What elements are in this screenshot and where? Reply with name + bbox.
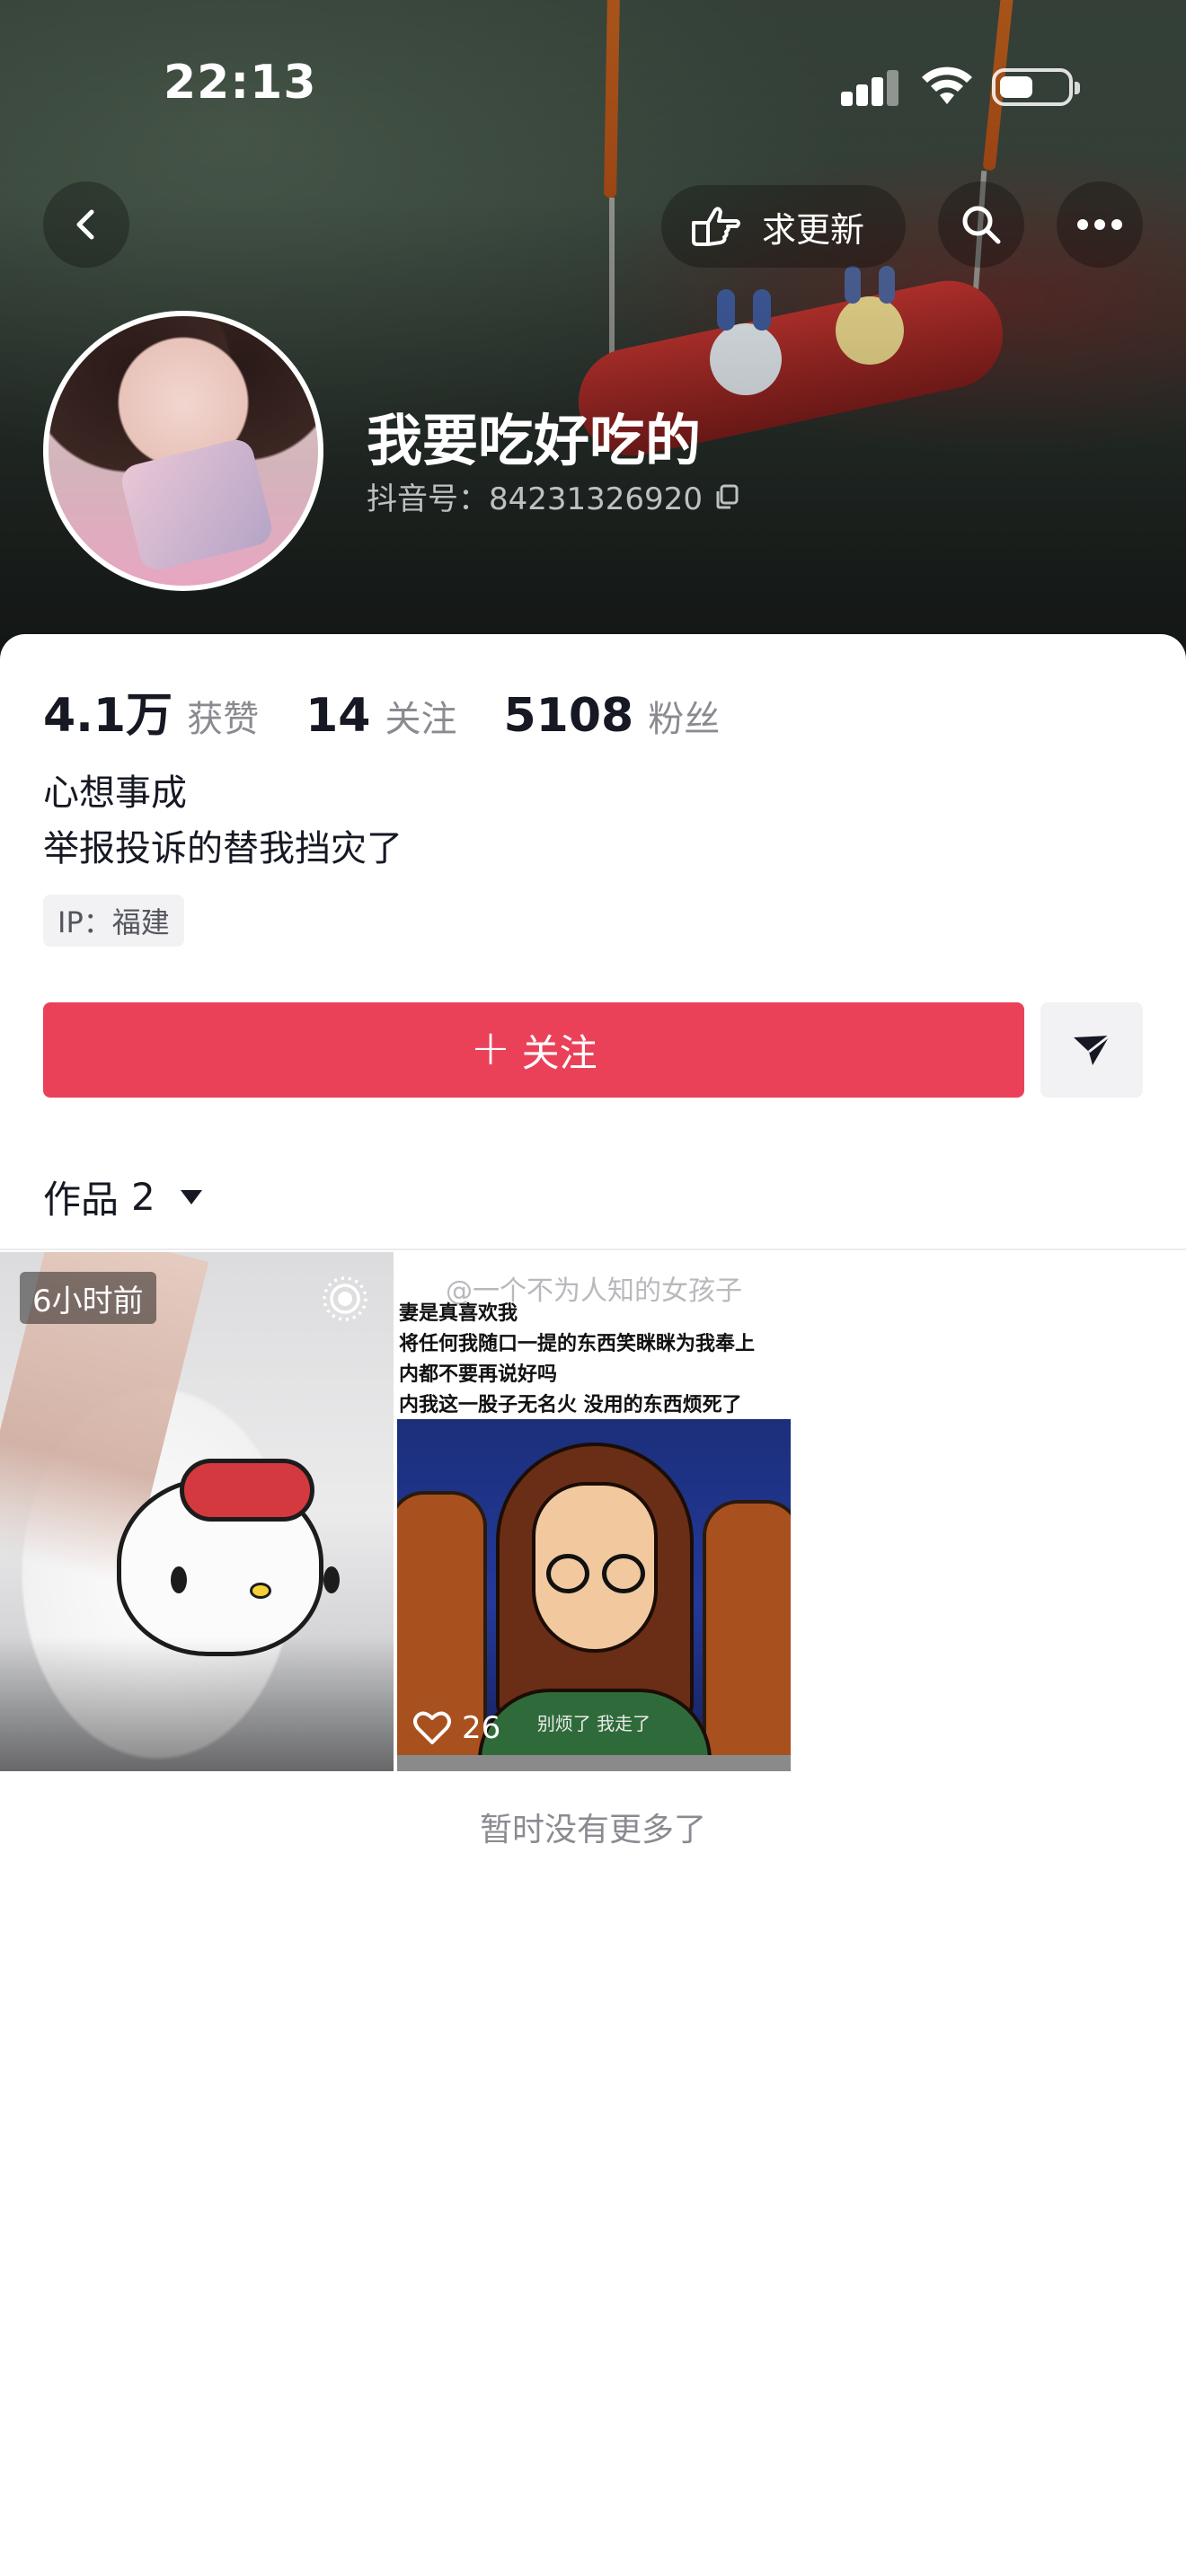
stat-following[interactable]: 14 关注 xyxy=(305,689,456,743)
battery-icon xyxy=(992,68,1080,106)
bio-line: 心想事成 xyxy=(43,772,187,814)
request-update-button[interactable]: 求更新 xyxy=(661,185,906,268)
back-button[interactable] xyxy=(43,181,129,268)
stat-label: 关注 xyxy=(385,699,457,740)
time-badge: 6小时前 xyxy=(20,1272,156,1324)
send-icon xyxy=(1074,1034,1111,1065)
battery-level xyxy=(1000,76,1033,98)
hand-point-icon xyxy=(692,207,740,246)
follow-label: 关注 xyxy=(521,1030,597,1075)
bio: 心想事成 举报投诉的替我挡灾了 xyxy=(43,765,403,877)
stat-label: 获赞 xyxy=(187,699,260,740)
cellular-signal-icon xyxy=(841,70,900,106)
search-icon xyxy=(962,206,1001,244)
ip-location-tag: IP：福建 xyxy=(43,895,184,947)
live-photo-icon xyxy=(323,1276,367,1321)
stat-label: 粉丝 xyxy=(648,699,721,740)
nickname: 我要吃好吃的 xyxy=(367,408,702,473)
back-icon xyxy=(76,209,94,240)
douyin-id[interactable]: 抖音号：84231326920 xyxy=(367,474,740,518)
cartoon-scene: 别烦了 我走了 xyxy=(397,1419,791,1755)
request-update-label: 求更新 xyxy=(762,209,865,250)
more-icon xyxy=(1077,219,1122,230)
video-thumbnail[interactable]: @一个不为人知的女孩子 妻是真喜欢我 将任何我随口一提的东西笑眯眯为我奉上 内都… xyxy=(397,1252,791,1771)
more-button[interactable] xyxy=(1057,181,1143,268)
status-time: 22:13 xyxy=(164,56,317,110)
avatar[interactable] xyxy=(43,311,323,591)
caret-down-icon xyxy=(180,1189,202,1204)
bio-line: 举报投诉的替我挡灾了 xyxy=(43,828,403,869)
stat-likes[interactable]: 4.1万 获赞 xyxy=(43,677,259,745)
stat-value: 14 xyxy=(305,689,371,743)
send-message-button[interactable] xyxy=(1040,1002,1143,1098)
search-button[interactable] xyxy=(938,181,1024,268)
tab-works[interactable]: 作品 2 xyxy=(43,1169,202,1224)
tab-works-count: 2 xyxy=(131,1175,155,1219)
wifi-icon xyxy=(922,66,972,104)
no-more-text: 暂时没有更多了 xyxy=(479,1812,706,1848)
stat-value: 4.1万 xyxy=(43,689,173,743)
copy-icon[interactable] xyxy=(713,483,740,510)
follow-button[interactable]: + 关注 xyxy=(43,1002,1024,1098)
plus-icon: + xyxy=(470,1019,511,1076)
tab-works-label: 作品 xyxy=(43,1178,119,1222)
stat-value: 5108 xyxy=(503,689,634,743)
video-caption: 妻是真喜欢我 将任何我随口一提的东西笑眯眯为我奉上 内都不要再说好吗 内我这一股… xyxy=(399,1302,756,1416)
like-count-value: 26 xyxy=(462,1710,501,1746)
video-thumbnail[interactable]: 6小时前 xyxy=(0,1252,394,1771)
stat-followers[interactable]: 5108 粉丝 xyxy=(504,689,721,743)
like-count: 26 xyxy=(413,1710,500,1746)
douyin-id-text: 抖音号：84231326920 xyxy=(367,481,703,517)
stats-row: 4.1万 获赞 14 关注 5108 粉丝 xyxy=(43,677,720,745)
divider xyxy=(0,1248,1186,1250)
heart-icon xyxy=(413,1711,451,1744)
